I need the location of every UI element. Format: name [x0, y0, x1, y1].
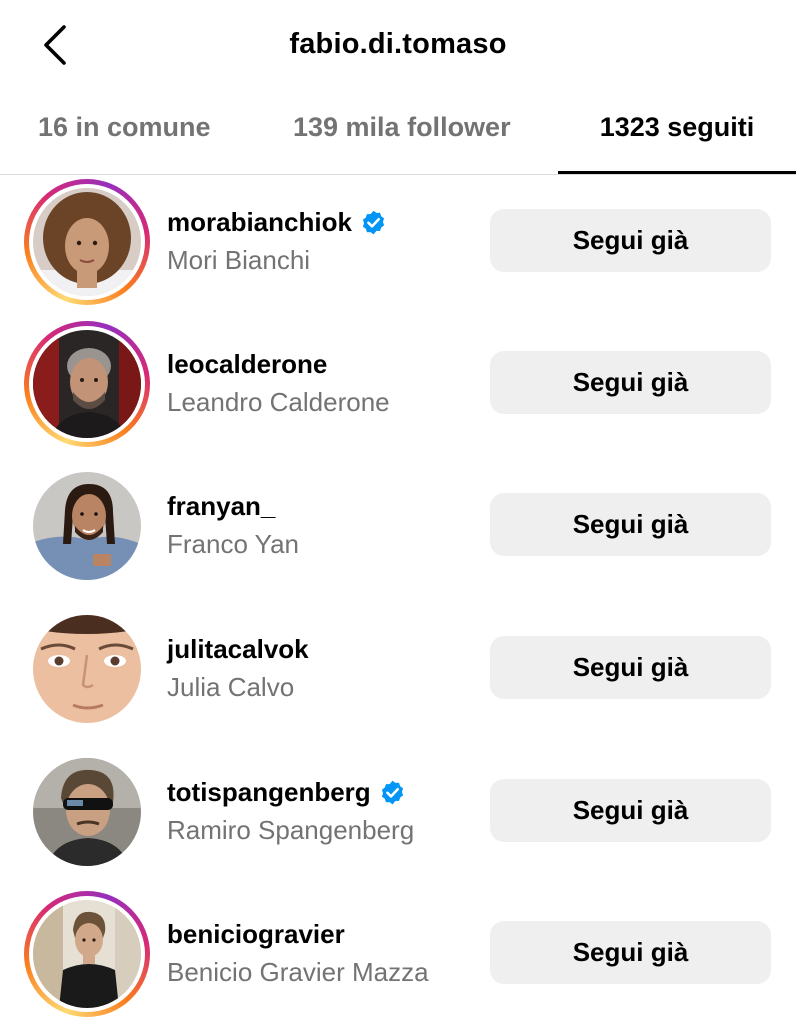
username[interactable]: totispangenberg [167, 777, 406, 808]
username[interactable]: beniciogravier [167, 919, 345, 950]
list-item[interactable]: franyan_ Franco Yan Segui già [0, 463, 796, 605]
list-item[interactable]: morabianchiok Mori Bianchi Segui già [0, 179, 796, 321]
avatar[interactable] [24, 179, 150, 305]
verified-badge-icon [362, 210, 385, 235]
following-button[interactable]: Segui già [490, 779, 771, 842]
full-name: Franco Yan [167, 529, 300, 559]
list-item[interactable]: totispangenberg Ramiro Spangenberg Segui… [0, 749, 796, 891]
username-text: beniciogravier [167, 919, 345, 949]
avatar[interactable] [24, 606, 150, 732]
following-button[interactable]: Segui già [490, 209, 771, 272]
following-button[interactable]: Segui già [490, 351, 771, 414]
tab-following[interactable]: 1323 seguiti [558, 112, 796, 174]
username-text: franyan_ [167, 491, 276, 521]
username-text: morabianchiok [167, 207, 352, 237]
top-bar: fabio.di.tomaso [0, 0, 796, 92]
following-button[interactable]: Segui già [490, 921, 771, 984]
tab-followers[interactable]: 139 mila follower [293, 112, 511, 174]
username-text: julitacalvok [167, 634, 309, 664]
username[interactable]: leocalderone [167, 349, 327, 380]
following-button[interactable]: Segui già [490, 493, 771, 556]
username-text: leocalderone [167, 349, 328, 379]
full-name: Leandro Calderone [167, 387, 390, 417]
profile-username-title: fabio.di.tomaso [289, 28, 507, 60]
list-item[interactable]: leocalderone Leandro Calderone Segui già [0, 321, 796, 463]
full-name: Julia Calvo [167, 672, 295, 702]
follow-tabs: 16 in comune 139 mila follower 1323 segu… [0, 92, 796, 175]
tab-mutual[interactable]: 16 in comune [38, 112, 211, 174]
full-name: Benicio Gravier Mazza [167, 957, 429, 987]
verified-badge-icon [381, 780, 403, 805]
username[interactable]: franyan_ [167, 491, 275, 522]
list-item[interactable]: beniciogravier Benicio Gravier Mazza Seg… [0, 891, 796, 1033]
full-name: Ramiro Spangenberg [167, 815, 415, 845]
list-item[interactable]: julitacalvok Julia Calvo Segui già [0, 606, 796, 748]
full-name: Mori Bianchi [167, 245, 311, 275]
avatar[interactable] [24, 321, 150, 447]
username[interactable]: julitacalvok [167, 634, 309, 665]
avatar[interactable] [24, 463, 150, 589]
username[interactable]: morabianchiok [167, 207, 387, 238]
avatar[interactable] [24, 749, 150, 875]
username-text: totispangenberg [167, 777, 371, 807]
following-button[interactable]: Segui già [490, 636, 771, 699]
avatar[interactable] [24, 891, 150, 1017]
